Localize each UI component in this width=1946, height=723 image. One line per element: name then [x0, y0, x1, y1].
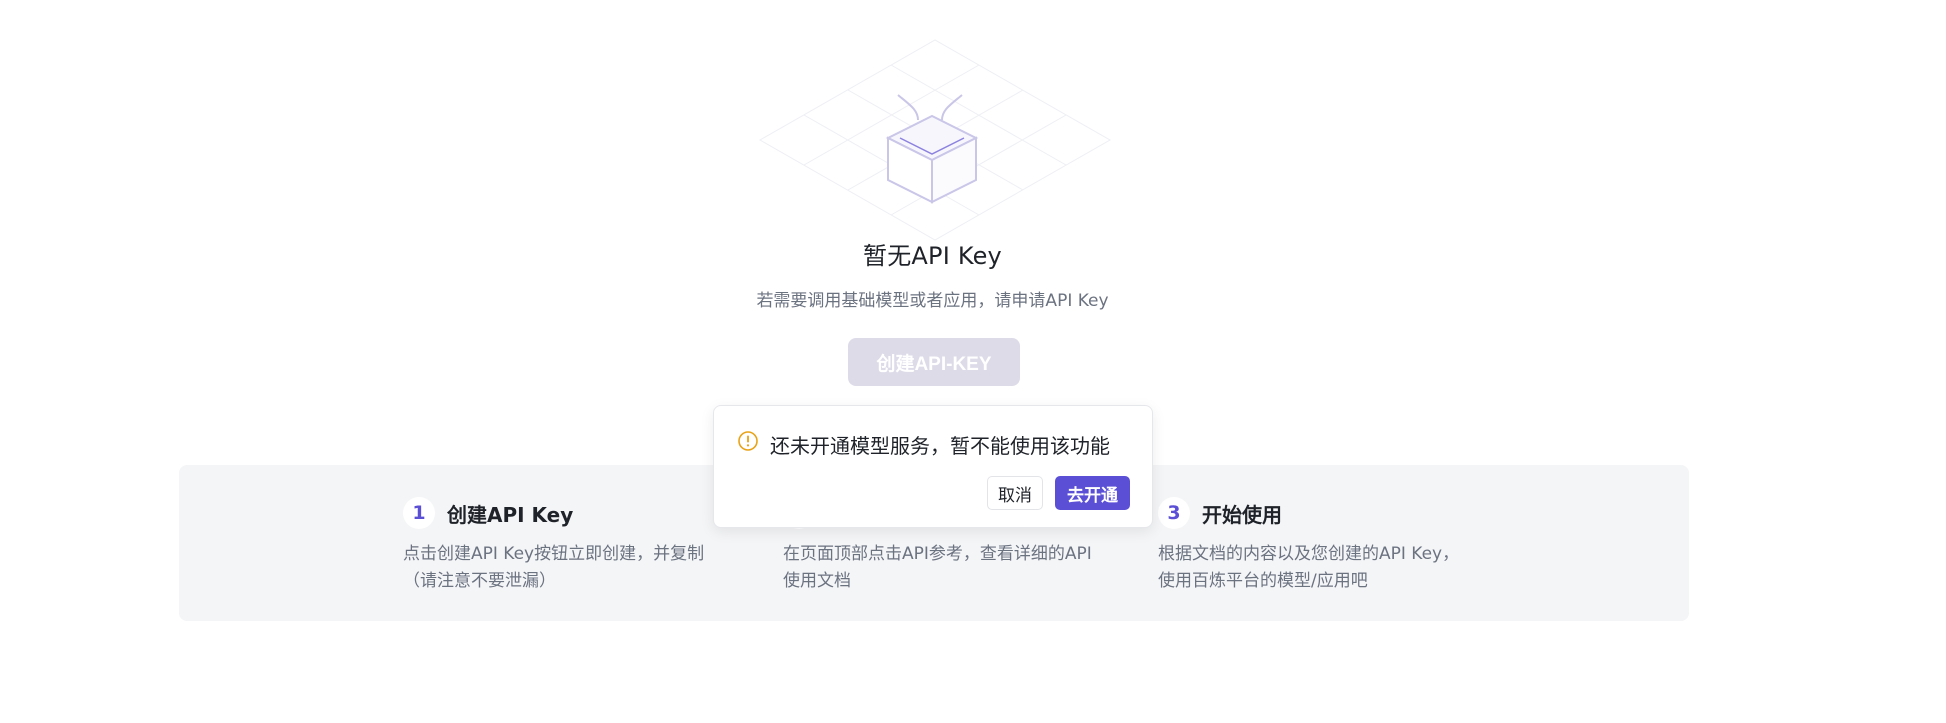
- cancel-button[interactable]: 取消: [987, 476, 1043, 510]
- empty-box-icon: [758, 39, 1112, 241]
- empty-description: 若需要调用基础模型或者应用，请申请API Key: [756, 291, 1109, 311]
- step-3: 3 开始使用 根据文档的内容以及您创建的API Key，使用百炼平台的模型/应用…: [1158, 495, 1478, 595]
- step-description: 点击创建API Key按钮立即创建，并复制（请注意不要泄漏）: [403, 544, 705, 591]
- create-api-key-button[interactable]: 创建API-KEY: [848, 338, 1020, 386]
- activate-button[interactable]: 去开通: [1055, 476, 1130, 510]
- step-number: 3: [1158, 497, 1190, 529]
- warning-icon: [738, 430, 758, 451]
- activation-popconfirm: 还未开通模型服务，暂不能使用该功能 取消 去开通: [713, 405, 1153, 528]
- popconfirm-message: 还未开通模型服务，暂不能使用该功能: [770, 434, 1110, 458]
- step-title: 创建API Key: [447, 502, 574, 527]
- step-number: 1: [403, 497, 435, 529]
- step-title: 开始使用: [1202, 502, 1282, 527]
- step-description: 在页面顶部点击API参考，查看详细的API使用文档: [783, 544, 1092, 591]
- api-key-page: 暂无API Key 若需要调用基础模型或者应用，请申请API Key 创建API…: [0, 0, 1946, 723]
- step-1: 1 创建API Key 点击创建API Key按钮立即创建，并复制（请注意不要泄…: [403, 495, 723, 595]
- step-description: 根据文档的内容以及您创建的API Key，使用百炼平台的模型/应用吧: [1158, 544, 1460, 591]
- empty-title: 暂无API Key: [863, 242, 1002, 270]
